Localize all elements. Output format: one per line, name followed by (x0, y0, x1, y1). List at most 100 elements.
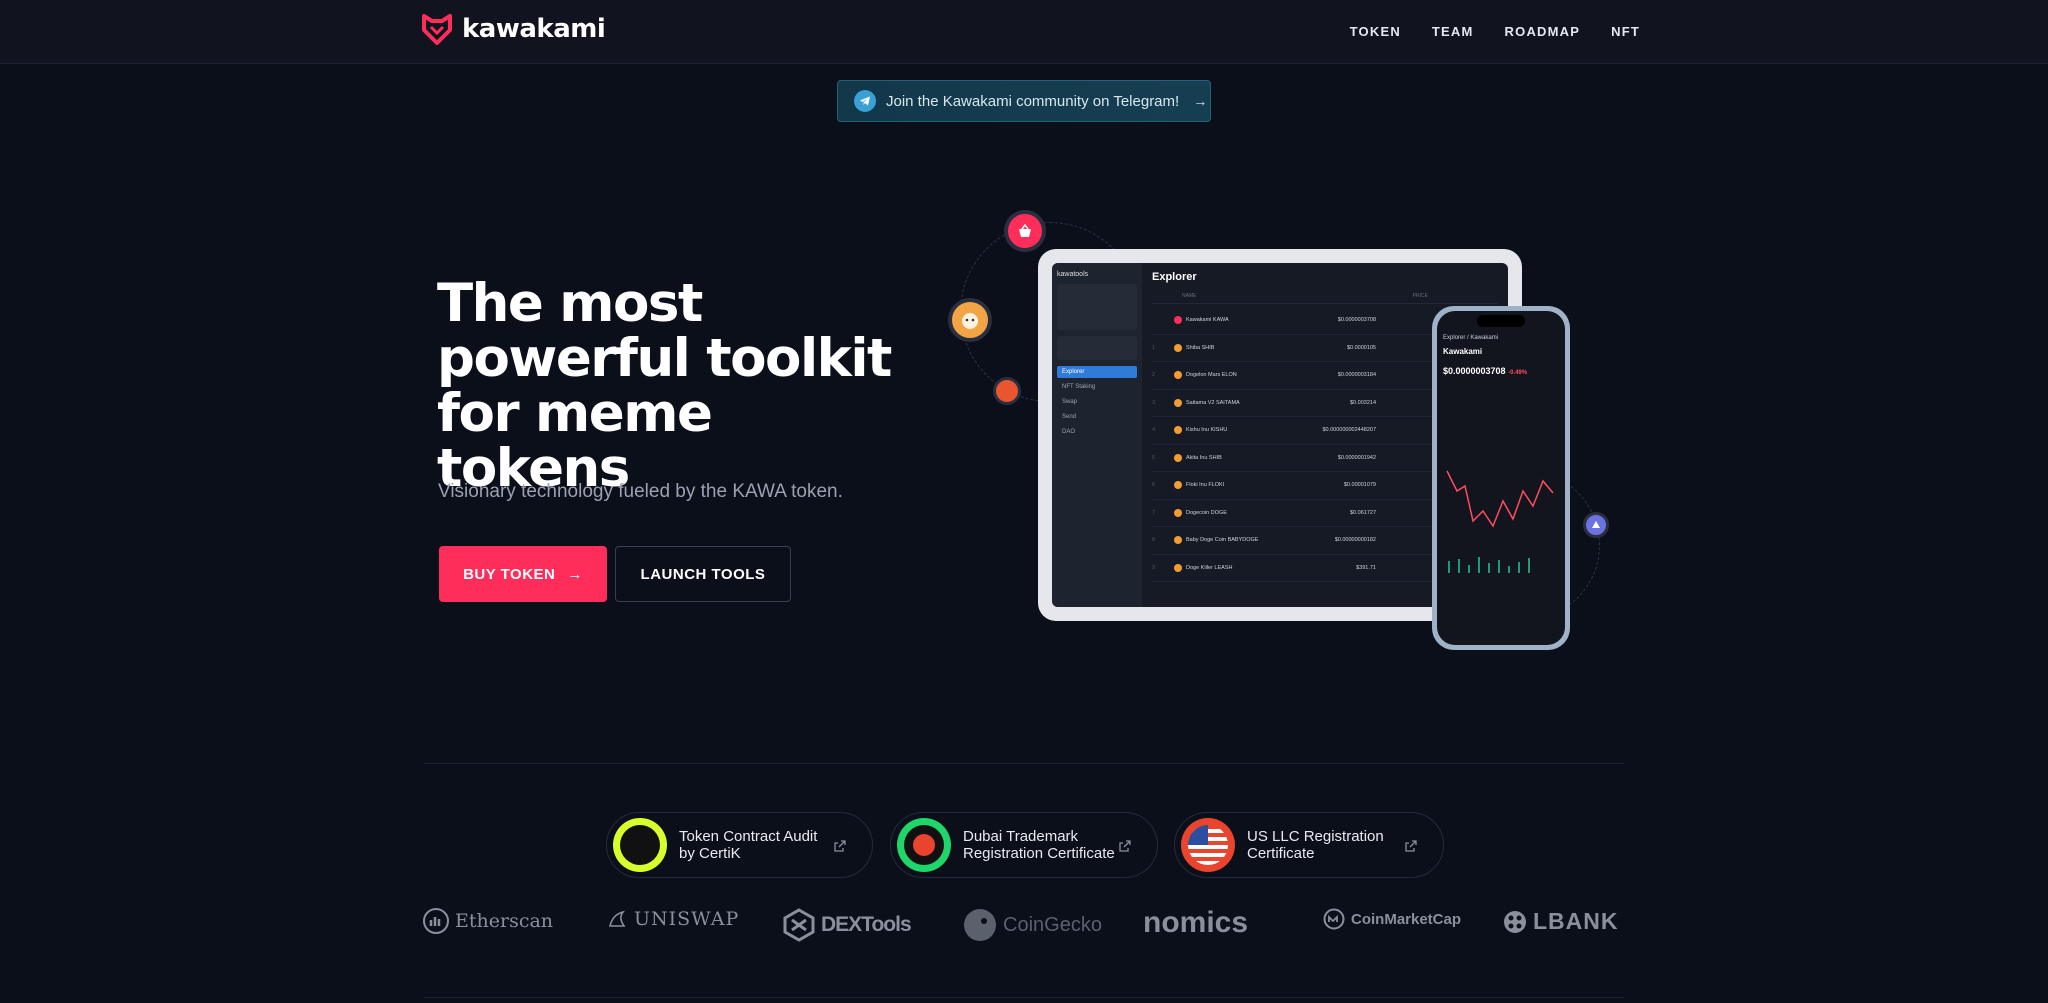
arrow-right-icon: → (567, 565, 583, 583)
tablet-nav-dao: DAO (1062, 429, 1076, 435)
row-rank: 9 (1152, 564, 1156, 571)
etherscan-icon (423, 908, 449, 934)
nav-team[interactable]: TEAM (1432, 24, 1474, 39)
partner-lbank[interactable]: LBANK (1503, 908, 1619, 935)
token-icon (1174, 453, 1182, 462)
hero-title-line: The most (437, 273, 703, 334)
partner-etherscan[interactable]: Etherscan (423, 908, 553, 934)
row-price: $0.003214 (1350, 399, 1376, 406)
hero-subtitle: Visionary technology fueled by the KAWA … (438, 481, 843, 502)
partner-coingecko[interactable]: CoinGecko (963, 908, 1102, 942)
nav-nft[interactable]: NFT (1611, 24, 1640, 39)
candlestick-chart (1446, 470, 1554, 573)
token-icon (1174, 398, 1182, 407)
row-token-name: Akita Inu SHIB (1186, 454, 1222, 461)
unicorn-icon (608, 910, 626, 927)
gecko-icon (964, 909, 996, 941)
cert-label: Dubai Trademark Registration Certificate (963, 828, 1123, 862)
row-token-name: Shiba SHIB (1186, 344, 1215, 351)
basket-token-icon (1004, 210, 1046, 252)
token-icon (1174, 563, 1182, 572)
row-price: $0.0000105 (1346, 344, 1376, 351)
tablet-table-header: NAME PRICE (1152, 293, 1498, 304)
row-rank: 1 (1152, 344, 1156, 351)
token-icon (1174, 343, 1182, 352)
token-icon (1174, 481, 1182, 490)
partner-name: LBANK (1533, 908, 1619, 934)
hero-title-line: powerful toolkit (437, 328, 892, 389)
certik-seal-icon (613, 818, 667, 872)
token-icon (1174, 536, 1182, 545)
token-icon (1174, 508, 1182, 517)
partner-uniswap[interactable]: UNISWAP (606, 908, 739, 930)
main-nav: TOKEN TEAM ROADMAP NFT (1350, 24, 1640, 39)
balance-card (1057, 336, 1137, 360)
row-price: $0.0000003184 (1337, 372, 1376, 379)
launch-tools-label: LAUNCH TOOLS (640, 565, 766, 583)
row-rank: 7 (1152, 509, 1156, 516)
row-token-name: Dogecoin DOGE (1186, 509, 1227, 516)
arrow-right-icon: → (1193, 93, 1208, 109)
certik-audit-link[interactable]: Token Contract Audit by CertiK (606, 812, 873, 878)
nav-roadmap[interactable]: ROADMAP (1505, 24, 1581, 39)
external-link-icon (1405, 840, 1417, 852)
dubai-seal-icon (897, 818, 951, 872)
token-icon (1174, 316, 1182, 325)
nav-token[interactable]: TOKEN (1350, 24, 1401, 39)
tablet-nav-explorer: Explorer (1057, 366, 1137, 378)
buy-token-button[interactable]: BUY TOKEN → (439, 546, 607, 602)
tablet-sidebar: kawatools Explorer NFT Staking Swap Send… (1052, 263, 1142, 607)
cert-label: Token Contract Audit by CertiK (679, 828, 839, 862)
external-link-icon (1119, 840, 1131, 852)
phone-notch (1477, 315, 1525, 327)
row-price: $0.061727 (1350, 509, 1376, 516)
row-rank: 5 (1152, 454, 1156, 461)
us-llc-link[interactable]: US LLC Registration Certificate (1174, 812, 1444, 878)
coinmarketcap-icon (1323, 908, 1345, 930)
cert-label-line: Registration Certificate (963, 845, 1115, 862)
row-token-name: Dogelon Mars ELON (1186, 372, 1237, 379)
row-price: $0.0000003708 (1337, 317, 1376, 324)
floki-token-icon (993, 377, 1021, 405)
phone-token-name: Kawakami (1443, 347, 1483, 356)
tablet-brand: kawatools (1057, 271, 1089, 278)
dubai-trademark-link[interactable]: Dubai Trademark Registration Certificate (890, 812, 1158, 878)
tablet-nav-send: Send (1062, 414, 1077, 420)
cert-label-line: Certificate (1247, 845, 1315, 862)
phone-price-change: -0.49% (1508, 370, 1528, 376)
eth-token-icon (1583, 512, 1609, 538)
token-icon (1174, 371, 1182, 380)
row-price: $0.000000002448207 (1322, 427, 1376, 434)
row-price: $391.71 (1356, 564, 1376, 571)
row-token-name: Baby Doge Coin BABYDOGE (1186, 537, 1259, 544)
row-price: $0.00001079 (1343, 482, 1376, 489)
site-header: kawakami TOKEN TEAM ROADMAP NFT (0, 0, 2048, 64)
row-rank: 4 (1152, 427, 1156, 434)
phone-screen: Explorer / Kawakami Kawakami $0.00000037… (1437, 311, 1565, 645)
lbank-icon (1504, 910, 1526, 933)
telegram-banner[interactable]: Join the Kawakami community on Telegram!… (837, 80, 1211, 122)
phone-price: $0.0000003708 -0.49% (1443, 366, 1559, 376)
tablet-nav-nft-staking: NFT Staking (1062, 384, 1096, 390)
cert-label: US LLC Registration Certificate (1247, 828, 1407, 862)
partner-name: CoinMarketCap (1351, 910, 1462, 928)
partner-nomics[interactable]: nomics (1143, 906, 1248, 940)
external-link-icon (834, 840, 846, 852)
row-price: $0.00000000182 (1334, 537, 1376, 544)
telegram-icon (854, 90, 876, 112)
buy-token-label: BUY TOKEN (463, 565, 556, 583)
partner-dextools[interactable]: DEXTools (783, 908, 912, 942)
cert-label-line: Dubai Trademark (963, 828, 1079, 845)
row-price: $0.0000001942 (1337, 454, 1376, 461)
phone-price-value: $0.0000003708 (1443, 366, 1506, 376)
brand-logo[interactable]: kawakami (420, 12, 606, 46)
shiba-token-icon (948, 298, 992, 342)
section-divider (424, 763, 1624, 764)
row-token-name: Kawakami KAWA (1186, 317, 1229, 324)
partner-coinmarketcap[interactable]: CoinMarketCap (1323, 908, 1461, 930)
brand-name: kawakami (462, 14, 606, 44)
row-rank: 3 (1152, 399, 1156, 406)
launch-tools-button[interactable]: LAUNCH TOOLS (615, 546, 791, 602)
phone-mockup: Explorer / Kawakami Kawakami $0.00000037… (1432, 306, 1570, 650)
hero-title-line: for meme tokens (437, 383, 713, 499)
